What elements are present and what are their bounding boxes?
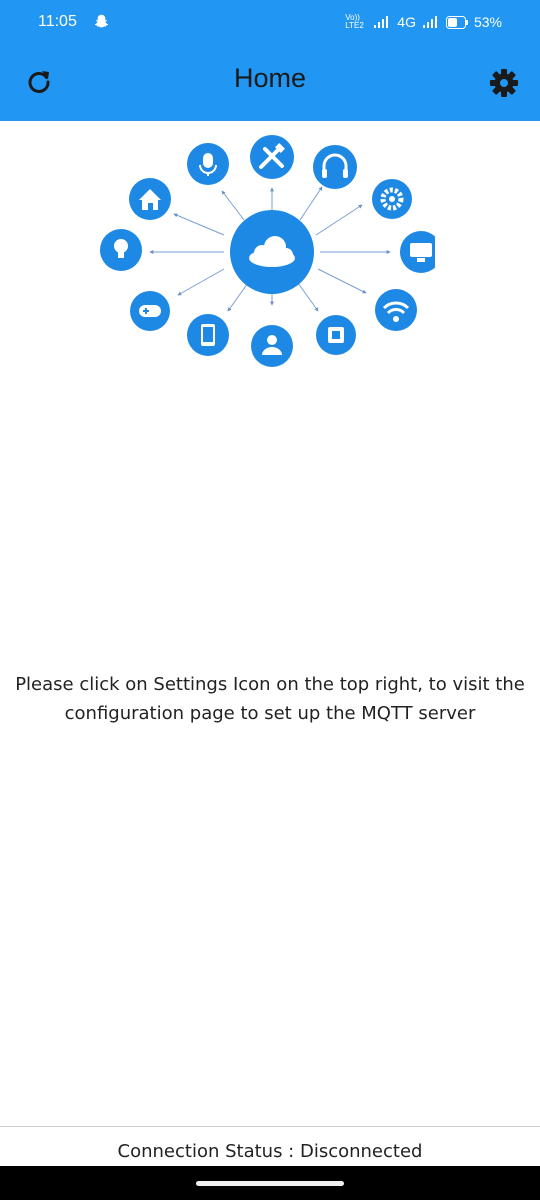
snapchat-icon <box>94 14 109 28</box>
bulb-icon <box>100 229 142 271</box>
volte-label: Vo)) LTE2 <box>345 13 364 30</box>
footer-divider <box>0 1126 540 1127</box>
settings-button[interactable] <box>486 65 522 101</box>
chip-icon <box>316 315 356 355</box>
monitor-icon <box>400 231 435 273</box>
gear-icon <box>490 69 518 97</box>
wifi-icon <box>375 289 417 331</box>
tools-icon <box>250 135 294 179</box>
status-right: Vo)) LTE2 4G 53% <box>345 12 502 32</box>
app-bar: Home <box>0 45 540 121</box>
phone-icon <box>187 314 229 356</box>
gear-icon <box>372 179 412 219</box>
battery-icon <box>445 15 468 29</box>
setup-instructions: Please click on Settings Icon on the top… <box>15 674 525 724</box>
connection-status: Connection Status : Disconnected <box>117 1141 423 1162</box>
signal-icon <box>374 16 389 28</box>
status-bar: 11:05 Vo)) LTE2 4G 53% <box>0 0 540 45</box>
microphone-icon <box>187 143 229 185</box>
network-type: 4G <box>397 14 416 30</box>
navigation-bar <box>0 1166 540 1200</box>
person-icon <box>251 325 293 367</box>
signal-icon-2 <box>422 16 437 28</box>
headphones-icon <box>313 145 357 189</box>
iot-illustration <box>100 135 435 367</box>
status-time: 11:05 <box>38 13 77 30</box>
home-gesture-handle[interactable] <box>196 1181 344 1186</box>
page-title: Home <box>233 63 307 93</box>
home-icon <box>129 178 171 220</box>
battery-percent: 53% <box>473 14 502 30</box>
gamepad-icon <box>130 291 170 331</box>
cloud-icon <box>230 210 314 294</box>
